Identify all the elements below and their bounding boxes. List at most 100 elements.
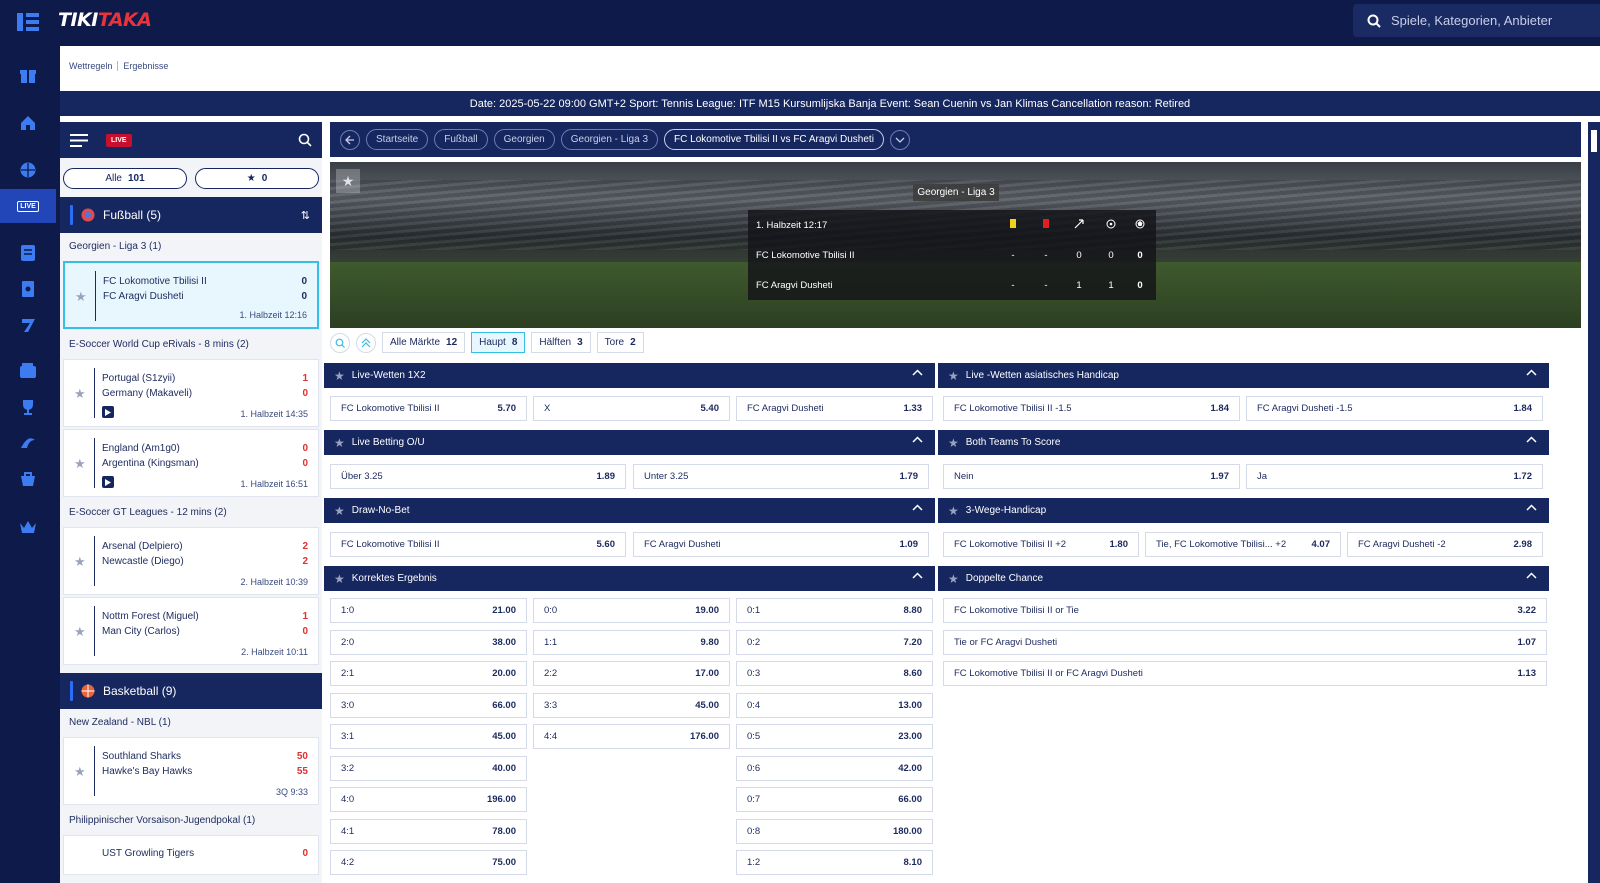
list-item[interactable]: UST Growling Tigers 0 [63, 835, 319, 875]
star-icon[interactable]: ★ [948, 436, 959, 450]
odds-button[interactable]: Ja 1.72 [1246, 464, 1543, 489]
odds-button[interactable]: Unter 3.25 1.79 [633, 464, 929, 489]
odds-button[interactable]: Tie, FC Lokomotive Tbilisi... +2 4.07 [1145, 532, 1341, 557]
odds-button[interactable]: 3:1 45.00 [330, 724, 527, 749]
odds-button[interactable]: 0:4 13.00 [736, 692, 933, 718]
star-icon[interactable]: ★ [74, 764, 86, 780]
odds-button[interactable]: 1:0 21.00 [330, 598, 527, 623]
odds-button[interactable]: 0:0 19.00 [533, 598, 730, 623]
crumb-league[interactable]: Georgien - Liga 3 [560, 129, 659, 150]
odds-button[interactable]: 0:5 23.00 [736, 724, 933, 749]
odds-button[interactable]: 2:0 38.00 [330, 629, 527, 655]
chevron-up-icon[interactable] [912, 436, 923, 443]
chevron-up-icon[interactable] [912, 504, 923, 511]
search-icon[interactable] [330, 332, 350, 353]
link-rules[interactable]: Wettregeln [69, 61, 112, 71]
star-icon[interactable]: ★ [948, 504, 959, 518]
odds-button[interactable]: FC Lokomotive Tbilisi II or Tie 3.22 [943, 598, 1547, 623]
sport-header-basketball[interactable]: Basketball (9) [60, 673, 322, 709]
chevron-up-icon[interactable] [1526, 504, 1537, 511]
chevron-up-icon[interactable] [912, 369, 923, 376]
crumb-country[interactable]: Georgien [493, 129, 555, 150]
search-input[interactable] [1391, 13, 1581, 28]
market-header-over-under[interactable]: ★ Live Betting O/U [324, 430, 935, 455]
list-item[interactable]: ★ England (Am1g0) Argentina (Kingsman) 00… [63, 429, 319, 497]
odds-button[interactable]: 2:1 20.00 [330, 661, 527, 686]
sort-icon[interactable]: ⇅ [301, 209, 310, 222]
chevron-up-icon[interactable] [1526, 436, 1537, 443]
chevron-down-icon[interactable] [889, 129, 910, 150]
odds-button[interactable]: 0:3 8.60 [736, 661, 933, 686]
tab-halves[interactable]: Hälften 3 [531, 332, 591, 353]
chevron-up-icon[interactable] [912, 572, 923, 579]
list-item[interactable]: ★ Southland Sharks Hawke's Bay Hawks 50 55… [63, 737, 319, 805]
odds-button[interactable]: 0:1 8.80 [736, 598, 933, 623]
video-icon[interactable] [102, 476, 114, 488]
odds-button[interactable]: 0:7 66.00 [736, 787, 933, 812]
link-results[interactable]: Ergebnisse [123, 61, 168, 71]
collapse-all-icon[interactable] [356, 332, 376, 353]
odds-button[interactable]: Tie or FC Aragvi Dusheti 1.07 [943, 629, 1547, 655]
odds-button[interactable]: FC Aragvi Dusheti -2 2.98 [1347, 532, 1543, 557]
hamburger-icon[interactable] [70, 133, 88, 147]
odds-button[interactable]: 3:0 66.00 [330, 692, 527, 718]
logo[interactable]: TIKITAKA [58, 9, 152, 31]
list-item[interactable]: ★ Portugal (S1zyii) Germany (Makaveli) 10… [63, 359, 319, 427]
market-header-asian-handicap[interactable]: ★ Live -Wetten asiatisches Handicap [938, 363, 1549, 388]
odds-button[interactable]: 1:1 9.80 [533, 629, 730, 655]
filter-all[interactable]: Alle 101 [63, 168, 187, 189]
market-header-double-chance[interactable]: ★ Doppelte Chance [938, 566, 1549, 591]
odds-button[interactable]: 1:2 8.10 [736, 850, 933, 875]
tab-main[interactable]: Haupt 8 [471, 332, 526, 353]
search-icon[interactable] [298, 133, 312, 147]
odds-button[interactable]: Nein 1.97 [943, 464, 1240, 489]
odds-button[interactable]: FC Lokomotive Tbilisi II 5.60 [330, 532, 626, 557]
star-icon[interactable]: ★ [75, 289, 87, 305]
star-icon[interactable]: ★ [74, 456, 86, 472]
odds-button[interactable]: 4:2 75.00 [330, 850, 527, 875]
tab-all-markets[interactable]: Alle Märkte 12 [382, 332, 466, 353]
coupon-icon[interactable] [0, 272, 56, 306]
crumb-sport[interactable]: Fußball [434, 129, 488, 150]
odds-button[interactable]: 0:2 7.20 [736, 629, 933, 655]
star-icon[interactable]: ★ [948, 369, 959, 383]
star-icon[interactable]: ★ [334, 572, 345, 586]
odds-button[interactable]: FC Aragvi Dusheti 1.09 [633, 532, 929, 557]
shop-icon[interactable] [0, 462, 56, 496]
market-header-draw-no-bet[interactable]: ★ Draw-No-Bet [324, 498, 935, 523]
star-icon[interactable]: ★ [948, 572, 959, 586]
chevron-up-icon[interactable] [1526, 369, 1537, 376]
odds-button[interactable]: 4:1 78.00 [330, 818, 527, 844]
market-header-3way-handicap[interactable]: ★ 3-Wege-Handicap [938, 498, 1549, 523]
odds-button[interactable]: FC Aragvi Dusheti 1.33 [736, 396, 933, 421]
odds-button[interactable]: 3:3 45.00 [533, 692, 730, 718]
market-header-correct-score[interactable]: ★ Korrektes Ergebnis [324, 566, 935, 591]
market-header-1x2[interactable]: ★ Live-Wetten 1X2 [324, 363, 935, 388]
odds-button[interactable]: 2:2 17.00 [533, 661, 730, 686]
star-icon[interactable]: ★ [74, 624, 86, 640]
wallet-icon[interactable] [0, 354, 56, 388]
odds-button[interactable]: FC Lokomotive Tbilisi II 5.70 [330, 396, 527, 421]
odds-button[interactable]: 0:6 42.00 [736, 755, 933, 781]
star-icon[interactable]: ★ [334, 369, 345, 383]
gift-icon[interactable] [0, 58, 56, 92]
search-box[interactable] [1353, 4, 1600, 37]
seven-icon[interactable] [0, 308, 56, 342]
menu-toggle-icon[interactable] [14, 9, 42, 35]
back-arrow-icon[interactable] [340, 129, 360, 150]
crumb-home[interactable]: Startseite [366, 129, 429, 150]
list-item[interactable]: ★ FC Lokomotive Tbilisi II FC Aragvi Dush… [63, 261, 319, 329]
odds-button[interactable]: X 5.40 [533, 396, 730, 421]
odds-button[interactable]: 3:2 40.00 [330, 755, 527, 781]
star-icon[interactable]: ★ [74, 554, 86, 570]
odds-button[interactable]: FC Lokomotive Tbilisi II +2 1.80 [943, 532, 1139, 557]
sports-ball-icon[interactable] [0, 153, 56, 187]
odds-button[interactable]: Über 3.25 1.89 [330, 464, 626, 489]
chevron-up-icon[interactable] [1526, 572, 1537, 579]
odds-button[interactable]: 4:4 176.00 [533, 724, 730, 749]
crumb-event[interactable]: FC Lokomotive Tbilisi II vs FC Aragvi Du… [664, 129, 884, 150]
betslip-icon[interactable] [0, 236, 56, 270]
promo-icon[interactable] [0, 426, 56, 460]
home-icon[interactable] [0, 106, 56, 140]
trophy-icon[interactable] [0, 390, 56, 424]
